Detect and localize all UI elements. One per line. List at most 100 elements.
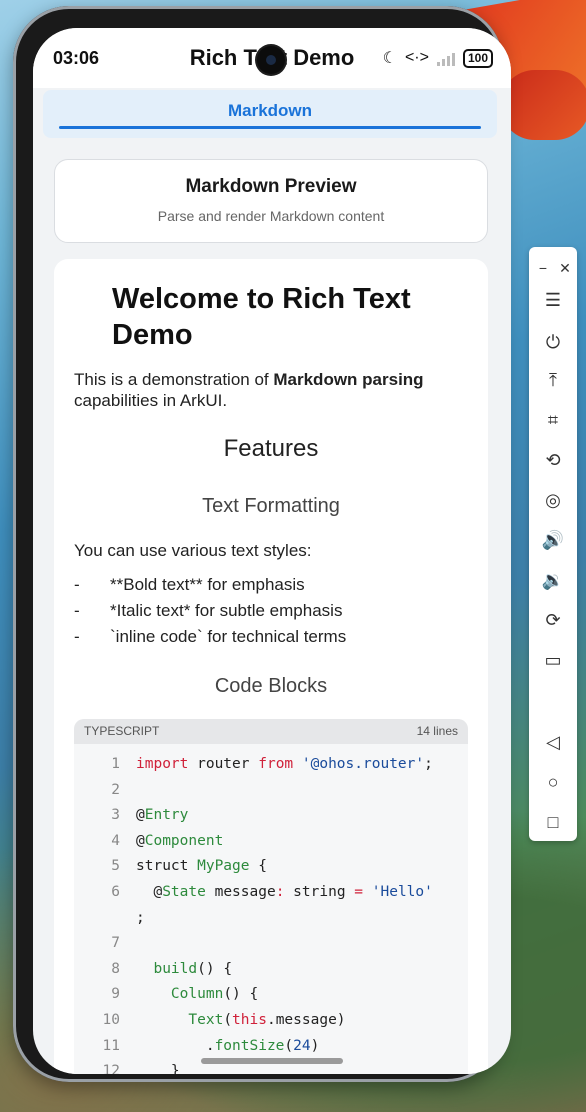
code-icon: <·> [404,49,429,66]
code-token: } [136,1063,180,1074]
code-token: ) [310,1037,320,1054]
intro-text: This is a demonstration of [74,370,274,389]
code-token: @ [136,807,145,824]
code-token: = [354,883,364,900]
home-indicator[interactable] [201,1058,343,1064]
code-line: 3 @Entry [74,803,468,829]
line-code: ; [136,906,145,932]
volume-down-icon[interactable]: 🔉 [529,565,577,595]
menu-icon[interactable]: ☰ [529,285,577,315]
line-code: .fontSize(24) [136,1034,320,1060]
header-card: Markdown Preview Parse and render Markdo… [54,159,488,243]
close-icon[interactable]: ✕ [551,253,579,283]
power-icon[interactable]: ⏻ [529,327,577,357]
code-token: struct [136,858,198,875]
line-number: 3 [111,807,120,824]
code-header: TYPESCRIPT 14 lines [74,719,468,744]
styles-paragraph: You can use various text styles: [74,541,312,560]
code-line: 5 struct MyPage { [74,854,468,880]
screen-icon[interactable]: ▭ [529,645,577,675]
home-icon[interactable]: ○ [529,767,577,797]
volume-up-icon[interactable]: 🔊 [529,525,577,555]
line-number: 10 [102,1011,120,1028]
status-bar: 03:06 Rich Text Demo ☾ <·> 100 [33,28,511,88]
bullet-list: - **Bold text** for emphasis - *Italic tex… [74,575,474,653]
line-number: 6 [111,883,120,900]
bullet-dash: - [74,601,80,620]
code-token: string [284,883,355,900]
code-token: Column [170,986,224,1003]
line-number: 4 [111,832,120,849]
recents-icon[interactable]: □ [529,807,577,837]
code-token: ; [136,909,145,926]
rotate-icon[interactable]: ⟲ [529,445,577,475]
location-icon[interactable]: ◎ [529,485,577,515]
code-token: 'Hello' [371,883,433,900]
tab-bar: Markdown [43,90,497,138]
code-token: { [249,858,267,875]
rotate-device-icon[interactable]: ⟳ [529,605,577,635]
line-number: 9 [111,986,120,1003]
code-token: () { [223,986,259,1003]
code-line: 4 @Component [74,829,468,855]
line-code: @State message: string = 'Hello' [136,880,433,906]
signal-icon [436,50,455,66]
code-token: State [162,883,206,900]
bullet-text: **Bold text** for emphasis [110,575,305,594]
code-token: '@ohos.router' [301,756,425,772]
code-line-count: 14 lines [416,724,458,738]
code-token: Component [144,832,224,849]
intro-paragraph: This is a demonstration of Markdown pars… [74,369,474,411]
code-token: @ [136,883,163,900]
bullet-dash: - [74,627,80,646]
back-icon[interactable]: ◁ [529,727,577,757]
code-token: @ [136,832,145,849]
bullet-text: `inline code` for technical terms [110,627,347,646]
line-number: 5 [111,858,120,875]
line-number: 8 [111,960,120,977]
moon-icon: ☾ [382,50,397,67]
heading-1: Welcome to Rich Text Demo [112,283,411,351]
code-token: () { [197,960,233,977]
line-code: @Entry [136,803,188,829]
status-icons: ☾ <·> 100 [383,48,493,68]
code-token: Text [188,1011,224,1028]
intro-bold: Markdown parsing [273,370,424,389]
code-line: 8 build() { [74,957,468,983]
tab-indicator [59,126,481,129]
line-number: 11 [102,1037,120,1054]
phone-frame: 03:06 Rich Text Demo ☾ <·> 100 Markdown … [13,6,511,1082]
crop-icon[interactable]: ⌗ [529,405,577,435]
code-line: 2 [74,778,468,804]
code-body: 1 import router from '@ohos.router'; 2 3 @En… [74,744,468,1074]
line-code: @Component [136,829,223,855]
code-line: 1 import router from '@ohos.router'; [74,752,468,778]
line-code: struct MyPage { [136,854,267,880]
card-title: Markdown Preview [185,176,357,197]
code-token: from [258,756,294,772]
heading-code-blocks: Code Blocks [214,675,328,697]
list-item: - **Bold text** for emphasis [74,575,474,601]
line-number [74,906,136,932]
phone-screen: 03:06 Rich Text Demo ☾ <·> 100 Markdown … [33,28,511,1074]
line-number: 1 [111,756,120,772]
background-kite-edge [500,70,586,140]
list-item: - `inline code` for technical terms [74,627,474,653]
line-code: Text(this.message) [136,1008,345,1034]
line-number: 2 [111,781,120,798]
line-number: 7 [111,935,120,952]
emulator-tool-panel: − ✕ ☰ ⏻ ⤒ ⌗ ⟲ ◎ 🔊 🔉 ⟳ ▭ ◁ ○ □ [529,247,577,841]
line-code: build() { [136,957,232,983]
heading-text-formatting: Text Formatting [202,495,340,517]
upload-icon[interactable]: ⤒ [529,365,577,395]
code-line: 10 Text(this.message) [74,1008,468,1034]
code-block: TYPESCRIPT 14 lines 1 import router from … [74,719,468,1074]
line-number: 12 [102,1063,120,1074]
code-token: Entry [144,807,189,824]
bullet-text: *Italic text* for subtle emphasis [110,601,343,620]
code-token: fontSize [214,1037,285,1054]
